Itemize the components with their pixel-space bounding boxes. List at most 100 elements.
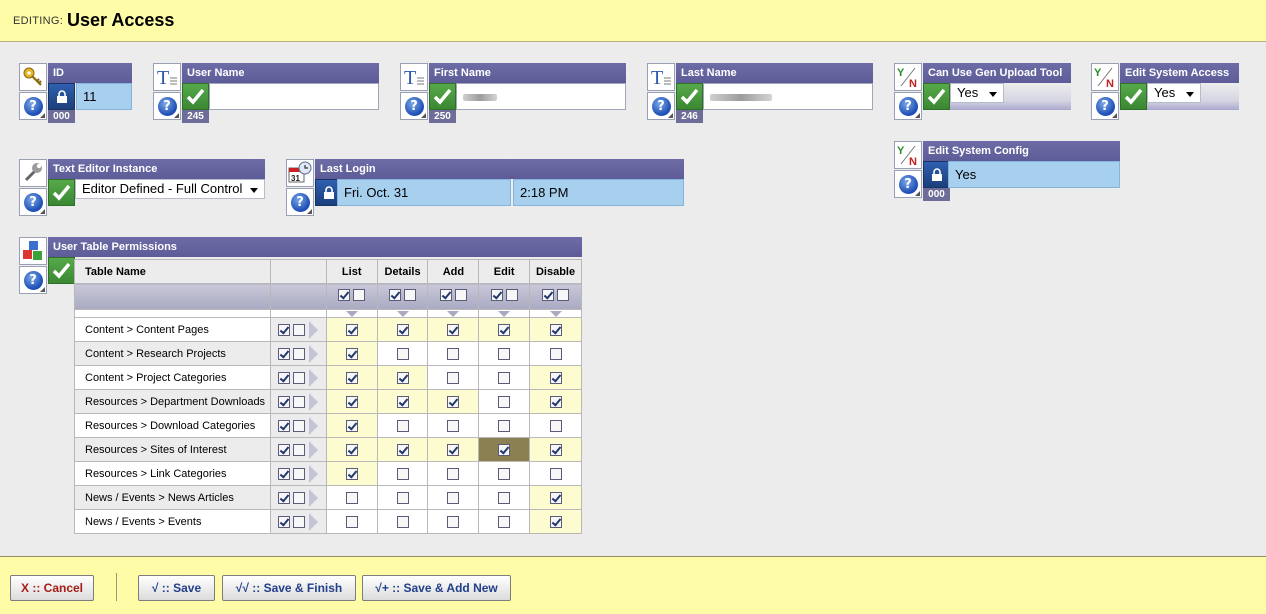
permission-details-checkbox[interactable] — [396, 395, 409, 408]
text-editor-help-icon[interactable]: ? — [19, 188, 47, 216]
first-name-input[interactable] — [456, 83, 626, 110]
row-uncheck-all[interactable] — [293, 371, 306, 384]
permission-edit-checkbox[interactable] — [498, 515, 511, 528]
calendar-day-text: 31 — [291, 174, 300, 183]
permission-edit-checkbox[interactable] — [498, 323, 511, 336]
check-all-edit[interactable] — [490, 289, 503, 301]
last-name-input[interactable] — [703, 83, 873, 110]
row-uncheck-all[interactable] — [293, 443, 306, 456]
last-login-help-icon[interactable]: ? — [286, 188, 314, 216]
permission-details-checkbox[interactable] — [396, 443, 409, 456]
permission-disable-checkbox[interactable] — [549, 515, 562, 528]
edit-sys-access-selected-value: Yes — [1154, 85, 1176, 100]
check-all-add[interactable] — [439, 289, 452, 301]
user-name-help-icon[interactable]: ? — [153, 92, 181, 120]
row-check-all[interactable] — [278, 323, 291, 336]
permission-add-checkbox[interactable] — [447, 419, 460, 432]
row-check-all[interactable] — [278, 491, 291, 504]
row-check-all[interactable] — [278, 443, 291, 456]
check-all-disable[interactable] — [542, 289, 555, 301]
first-name-help-icon[interactable]: ? — [400, 92, 428, 120]
edit-sys-config-help-icon[interactable]: ? — [894, 170, 922, 198]
save-button[interactable]: √ :: Save — [138, 575, 215, 601]
text-editor-select[interactable]: Editor Defined - Full Control — [75, 179, 265, 199]
permission-disable-checkbox[interactable] — [549, 347, 562, 360]
permission-list-checkbox[interactable] — [345, 395, 358, 408]
permission-add-checkbox[interactable] — [447, 347, 460, 360]
permission-add-checkbox[interactable] — [447, 371, 460, 384]
table-row: Content > Research Projects — [74, 341, 582, 366]
permission-edit-checkbox[interactable] — [498, 371, 511, 384]
permission-add-checkbox[interactable] — [447, 515, 460, 528]
permission-edit-checkbox[interactable] — [498, 491, 511, 504]
permission-disable-checkbox[interactable] — [549, 443, 562, 456]
last-login-time: 2:18 PM — [513, 179, 684, 206]
gen-upload-help-icon[interactable]: ? — [894, 92, 922, 120]
permission-details-checkbox[interactable] — [396, 419, 409, 432]
permission-list-checkbox[interactable] — [345, 467, 358, 480]
row-check-all[interactable] — [278, 371, 291, 384]
permission-list-checkbox[interactable] — [345, 347, 358, 360]
save-and-finish-button[interactable]: √√ :: Save & Finish — [222, 575, 356, 601]
permission-disable-checkbox[interactable] — [549, 419, 562, 432]
permission-add-checkbox[interactable] — [447, 443, 460, 456]
permission-add-checkbox[interactable] — [447, 395, 460, 408]
permission-list-checkbox[interactable] — [345, 371, 358, 384]
check-all-details[interactable] — [389, 289, 402, 301]
row-uncheck-all[interactable] — [293, 515, 306, 528]
row-uncheck-all[interactable] — [293, 419, 306, 432]
permission-disable-checkbox[interactable] — [549, 467, 562, 480]
edit-sys-access-help-icon[interactable]: ? — [1091, 92, 1119, 120]
uncheck-all-details[interactable] — [404, 289, 417, 301]
permission-list-checkbox[interactable] — [345, 419, 358, 432]
row-uncheck-all[interactable] — [293, 491, 306, 504]
permission-details-checkbox[interactable] — [396, 491, 409, 504]
permission-list-checkbox[interactable] — [345, 515, 358, 528]
permission-edit-checkbox[interactable] — [498, 419, 511, 432]
save-and-add-new-button[interactable]: √+ :: Save & Add New — [362, 575, 511, 601]
permission-list-checkbox[interactable] — [345, 323, 358, 336]
uncheck-all-edit[interactable] — [505, 289, 518, 301]
row-uncheck-all[interactable] — [293, 323, 306, 336]
permission-details-checkbox[interactable] — [396, 371, 409, 384]
first-name-char-count: 250 — [429, 110, 456, 123]
permissions-help-icon[interactable]: ? — [19, 266, 47, 294]
row-uncheck-all[interactable] — [293, 395, 306, 408]
permission-details-checkbox[interactable] — [396, 347, 409, 360]
cancel-button[interactable]: X :: Cancel — [10, 575, 94, 601]
permission-details-checkbox[interactable] — [396, 323, 409, 336]
permission-list-checkbox[interactable] — [345, 443, 358, 456]
row-uncheck-all[interactable] — [293, 347, 306, 360]
check-all-list[interactable] — [338, 289, 351, 301]
last-name-help-icon[interactable]: ? — [647, 92, 675, 120]
row-check-all[interactable] — [278, 395, 291, 408]
uncheck-all-disable[interactable] — [557, 289, 570, 301]
check-icon — [923, 83, 950, 110]
permission-add-checkbox[interactable] — [447, 491, 460, 504]
user-name-input[interactable] — [209, 83, 379, 110]
uncheck-all-add[interactable] — [454, 289, 467, 301]
permission-add-checkbox[interactable] — [447, 323, 460, 336]
permission-edit-checkbox[interactable] — [498, 395, 511, 408]
permission-disable-checkbox[interactable] — [549, 491, 562, 504]
permission-list-checkbox[interactable] — [345, 491, 358, 504]
permission-edit-checkbox[interactable] — [498, 443, 511, 456]
id-help-icon[interactable]: ? — [19, 92, 47, 120]
row-check-all[interactable] — [278, 419, 291, 432]
permission-disable-checkbox[interactable] — [549, 395, 562, 408]
permission-details-checkbox[interactable] — [396, 467, 409, 480]
svg-text:Y: Y — [897, 67, 905, 79]
permission-details-checkbox[interactable] — [396, 515, 409, 528]
row-check-all[interactable] — [278, 515, 291, 528]
row-check-all[interactable] — [278, 467, 291, 480]
row-uncheck-all[interactable] — [293, 467, 306, 480]
permission-edit-checkbox[interactable] — [498, 467, 511, 480]
uncheck-all-list[interactable] — [353, 289, 366, 301]
permission-edit-checkbox[interactable] — [498, 347, 511, 360]
edit-sys-access-select[interactable]: Yes — [1147, 83, 1201, 103]
gen-upload-select[interactable]: Yes — [950, 83, 1004, 103]
permission-disable-checkbox[interactable] — [549, 323, 562, 336]
row-check-all[interactable] — [278, 347, 291, 360]
permission-disable-checkbox[interactable] — [549, 371, 562, 384]
permission-add-checkbox[interactable] — [447, 467, 460, 480]
